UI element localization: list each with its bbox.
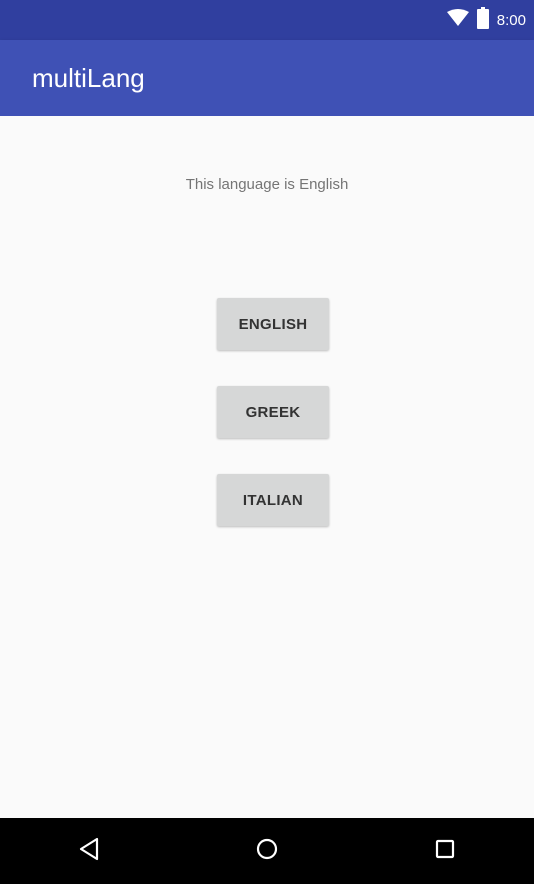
recents-icon	[434, 838, 456, 865]
back-button[interactable]	[65, 827, 113, 875]
english-button[interactable]: ENGLISH	[217, 298, 329, 350]
status-bar: 8:00	[0, 0, 534, 40]
recents-button[interactable]	[421, 827, 469, 875]
app-title: multiLang	[32, 62, 145, 93]
status-time: 8:00	[496, 11, 526, 29]
navigation-bar	[0, 818, 534, 884]
wifi-icon	[446, 8, 469, 32]
home-icon	[255, 837, 279, 866]
status-icons	[446, 6, 489, 34]
main-content: This language is English ENGLISH GREEK I…	[0, 116, 534, 818]
italian-button[interactable]: ITALIAN	[217, 474, 329, 526]
app-screen: 8:00 multiLang This language is English …	[0, 0, 534, 884]
greek-button[interactable]: GREEK	[217, 386, 329, 438]
home-button[interactable]	[243, 827, 291, 875]
app-bar: multiLang	[0, 40, 534, 116]
language-text: This language is English	[185, 176, 349, 193]
back-icon	[78, 837, 100, 866]
battery-icon	[476, 6, 489, 34]
